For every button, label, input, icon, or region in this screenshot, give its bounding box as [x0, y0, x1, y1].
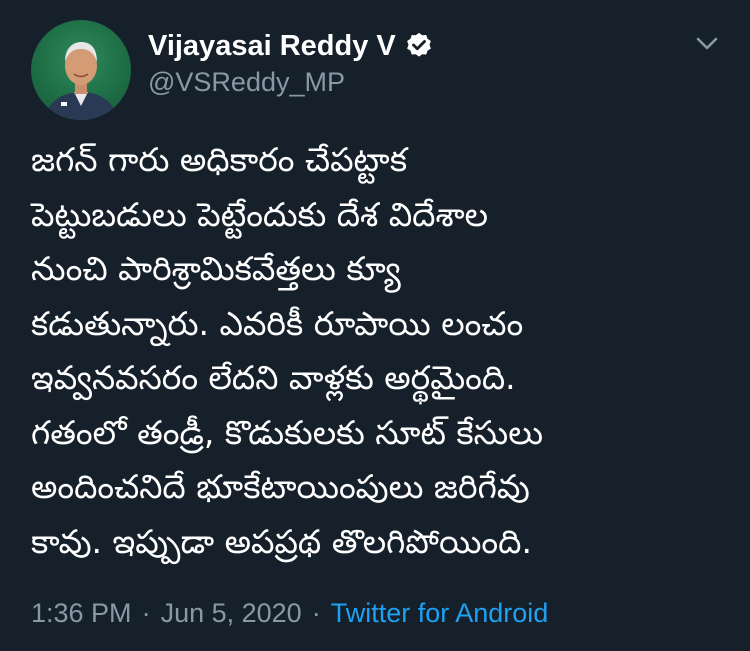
tweet-card: Vijayasai Reddy V @VSReddy_MP జగన్ గారు … — [0, 0, 750, 651]
author-name-row: Vijayasai Reddy V — [148, 28, 434, 64]
avatar-portrait — [43, 42, 119, 120]
tweet-date[interactable]: Jun 5, 2020 — [161, 598, 302, 629]
meta-separator: · — [311, 598, 321, 628]
tweet-source-link[interactable]: Twitter for Android — [331, 598, 549, 629]
author-display-name[interactable]: Vijayasai Reddy V — [148, 30, 396, 63]
chevron-down-icon[interactable] — [690, 30, 724, 58]
meta-separator: · — [141, 598, 151, 628]
tweet-text: జగన్ గారు అధికారం చేపట్టాక పెట్టుబడులు ప… — [31, 140, 544, 561]
author-handle[interactable]: @VSReddy_MP — [148, 67, 345, 98]
tweet-time[interactable]: 1:36 PM — [31, 598, 132, 629]
avatar[interactable] — [31, 20, 131, 120]
tweet-meta: 1:36 PM · Jun 5, 2020 · Twitter for Andr… — [31, 598, 548, 629]
verified-badge-icon — [404, 31, 434, 61]
